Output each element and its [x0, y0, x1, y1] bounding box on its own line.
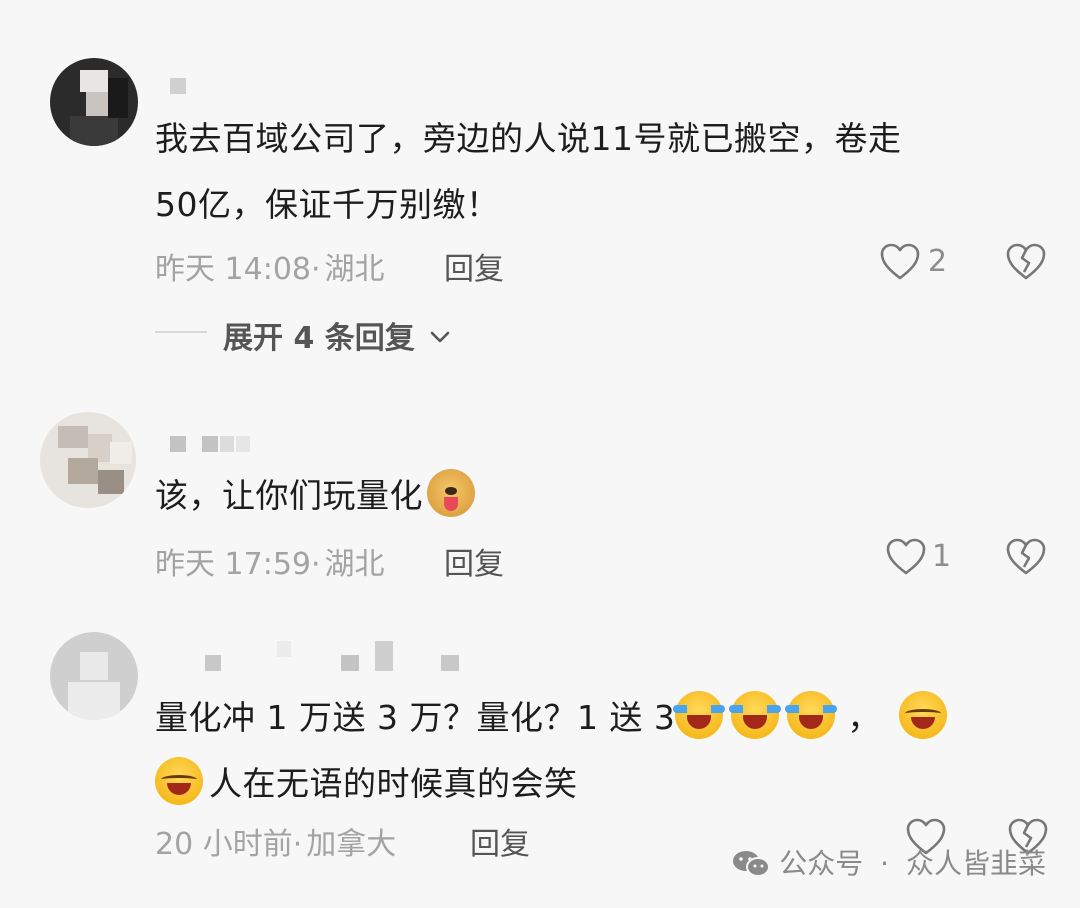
avatar-pixel	[98, 470, 124, 494]
expand-replies-button[interactable]: 展开 4 条回复	[223, 313, 451, 357]
like-count: 2	[928, 244, 948, 279]
avatar-pixel	[108, 78, 128, 118]
meta-separator: ·	[311, 547, 321, 582]
grinning-sweat-emoji-icon	[155, 757, 203, 805]
wechat-icon	[733, 851, 771, 877]
comment-text-segment: 人在无语的时候真的会笑	[209, 764, 578, 803]
comment-text-line: 量化冲 1 万送 3 万？量化？1 送 3 ，	[155, 685, 947, 751]
comment-time: 昨天 14:08	[155, 252, 311, 287]
meta-separator: ·	[311, 252, 321, 287]
username-blurred[interactable]	[170, 78, 190, 94]
reply-button[interactable]: 回复	[444, 244, 504, 288]
like-count: 1	[932, 539, 952, 574]
comment-text-segment: ，	[847, 698, 881, 737]
comment-meta: 昨天 14:08· 湖北	[155, 244, 385, 288]
laughing-dog-emoji-icon	[427, 469, 475, 517]
meta-separator: ·	[292, 827, 303, 862]
comment-location: 湖北	[324, 547, 385, 582]
reply-button[interactable]: 回复	[444, 539, 504, 583]
expand-replies-label: 展开 4 条回复	[223, 321, 415, 356]
heart-outline-icon[interactable]	[886, 538, 926, 576]
comment-text-line: 我去百域公司了，旁边的人说11号就已搬空，卷走	[155, 119, 902, 158]
comment-meta: 昨天 17:59· 湖北	[155, 539, 385, 583]
comment-text: 我去百域公司了，旁边的人说11号就已搬空，卷走 50亿，保证千万别缴！	[155, 106, 902, 238]
grinning-sweat-emoji-icon	[898, 691, 947, 739]
watermark-name: 众人皆韭菜	[905, 847, 1046, 880]
comment-text: 量化冲 1 万送 3 万？量化？1 送 3 ， 人在无语的时候真的会笑	[155, 685, 947, 817]
comment-text: 该，让你们玩量化	[155, 463, 475, 529]
avatar-pixel	[80, 652, 108, 680]
avatar[interactable]	[40, 412, 136, 508]
avatar[interactable]	[50, 58, 138, 146]
avatar-pixel	[68, 458, 98, 484]
watermark: 公众号 · 众人皆韭菜	[731, 842, 1046, 882]
username-blurred[interactable]	[170, 436, 260, 452]
watermark-prefix: 公众号	[779, 847, 864, 880]
broken-heart-icon[interactable]	[1006, 243, 1046, 281]
broken-heart-icon[interactable]	[1006, 538, 1046, 576]
avatar-pixel	[80, 70, 108, 92]
avatar[interactable]	[50, 632, 138, 720]
comment-meta: 20 小时前· 加拿大	[155, 819, 396, 863]
avatar-pixel	[58, 426, 88, 448]
tears-of-joy-emoji-icon	[785, 691, 838, 739]
comment-location: 加拿大	[306, 827, 397, 862]
comment-text-line: 50亿，保证千万别缴！	[155, 185, 500, 224]
comment-text-line: 该，让你们玩量化	[155, 463, 475, 529]
username-blurred[interactable]	[205, 641, 465, 671]
comment-text-segment: 量化冲 1 万送 3 万？量化？1 送 3	[155, 698, 676, 737]
avatar-pixel	[68, 682, 120, 720]
tears-of-joy-emoji-icon	[729, 691, 782, 739]
avatar-pixel	[86, 92, 108, 116]
tears-of-joy-emoji-icon	[673, 691, 726, 739]
comment-text-segment: 该，让你们玩量化	[155, 476, 423, 515]
expand-divider	[155, 331, 207, 333]
reply-button[interactable]: 回复	[470, 819, 530, 863]
chevron-down-icon	[430, 331, 450, 343]
avatar-pixel	[110, 442, 132, 464]
avatar-pixel	[70, 116, 118, 146]
comment-time: 20 小时前	[155, 827, 293, 862]
comment-time: 昨天 17:59	[155, 547, 311, 582]
comment-location: 湖北	[324, 252, 385, 287]
comment-text-line: 人在无语的时候真的会笑	[155, 751, 947, 817]
watermark-separator: ·	[880, 847, 890, 880]
heart-outline-icon[interactable]	[880, 243, 920, 281]
